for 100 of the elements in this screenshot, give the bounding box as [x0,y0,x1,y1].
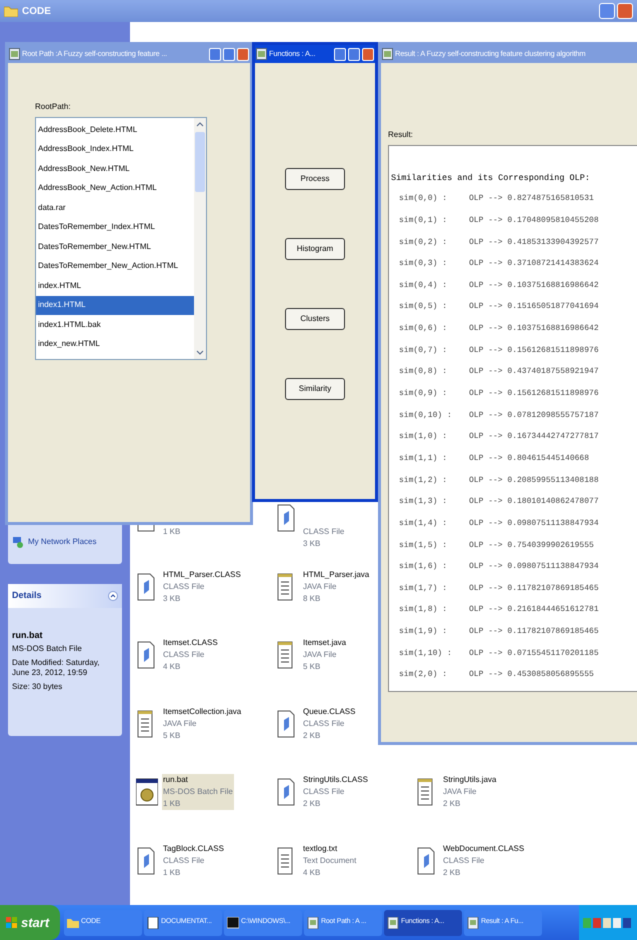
network-icon [12,536,24,548]
list-item[interactable]: AddressBook_Delete.HTML [36,120,194,140]
olp-value: OLP --> 0.10375168816986642 [469,280,599,292]
batch-file-icon [136,778,158,806]
similarity-label: sim(1,1) : [398,452,448,465]
similarity-label: sim(0,7) : [398,344,448,357]
windows-logo-icon [6,916,18,928]
list-item[interactable]: AddressBook_Index.HTML [36,140,194,159]
olp-value: OLP --> 0.09807511138847934 [469,561,599,574]
result-heading: Similarities and its Corresponding OLP: [391,172,591,185]
file-item[interactable]: run.bat MS-DOS Batch File 1 KB [162,774,234,810]
similarity-label: sim(1,6) : [398,561,448,574]
file-type: CLASS File [163,580,206,592]
olp-value: OLP --> 0.20859955113408188 [469,474,599,487]
similarity-label: sim(0,2) : [398,236,448,249]
date-modified: Date Modified: Saturday, June 23, 2012, 19:59 [12,658,100,678]
file-type: JAVA File [303,649,338,661]
maximize-button[interactable] [348,48,360,60]
result-label: Result: [388,129,414,141]
similarity-label: sim(0,3) : [398,258,448,270]
similarity-label: sim(0,0) : [398,193,448,206]
file-item[interactable]: StringUtils.CLASS CLASS File 2 KB [302,774,369,810]
close-button[interactable] [617,3,633,19]
olp-value: OLP --> 0.804615445140668 [469,452,590,465]
function-button[interactable]: Process [285,168,345,190]
start-button[interactable]: start [0,905,60,940]
file-size: 2 KB [443,866,462,878]
list-item[interactable]: index_new.HTML [36,334,194,354]
app-icon [382,48,393,60]
olp-value: OLP --> 0.37108721414383624 [469,258,599,270]
similarity-label: sim(1,5) : [398,540,448,552]
olp-value: OLP --> 0.21618444651612781 [469,604,599,616]
file-type: MS-DOS Batch File [163,786,233,798]
olp-value: OLP --> 0.4530858056895555 [469,669,594,682]
function-button[interactable]: Clusters [285,308,345,330]
file-name: Queue.CLASS [303,706,356,718]
file-size: 3 KB [163,592,182,604]
olp-value: OLP --> 0.11782107869185465 [469,626,599,638]
file-type: JAVA File [303,580,338,592]
file-size: 2 KB [443,798,462,810]
file-name: run.bat [12,630,44,640]
minimize-button[interactable] [209,48,221,60]
file-size: 4 KB [303,866,322,878]
file-name: run.bat [163,774,189,786]
list-item[interactable]: index1.HTML [36,296,194,315]
similarity-label: sim(1,7) : [398,582,448,595]
similarity-label: sim(1,10) : [398,648,453,660]
list-item[interactable]: AddressBook_New_Action.HTML [36,178,194,198]
olp-value: OLP --> 0.09807511138847934 [469,518,599,530]
olp-value: OLP --> 0.41853133904392577 [469,236,599,249]
app-icon [467,916,479,928]
olp-value: OLP --> 0.8274875165810531 [469,193,594,206]
list-item[interactable]: index1.HTML.bak [36,315,194,334]
file-item[interactable]: StringUtils.java JAVA File 2 KB [442,774,498,810]
window-title: CODE [22,4,51,18]
olp-value: OLP --> 0.43740187558921947 [469,366,599,378]
similarity-label: sim(1,9) : [398,626,448,638]
file-type: CLASS File [163,649,206,661]
file-type: CLASS File [303,718,346,730]
file-name: ItemsetCollection.java [163,706,242,718]
app-icon [307,916,319,928]
file-size: 5 KB [163,730,182,742]
close-button[interactable] [362,48,374,60]
list-item[interactable]: AddressBook_New.HTML [36,159,194,178]
file-name: Itemset.java [303,637,346,649]
maximize-button[interactable] [223,48,235,60]
file-name: HTML_Parser.CLASS [163,568,241,580]
olp-value: OLP --> 0.07155451170201185 [469,648,599,660]
file-type: JAVA File [443,786,478,798]
similarity-label: sim(2,0) : [398,669,448,682]
olp-value: OLP --> 0.15165051877041694 [469,301,599,314]
list-item[interactable]: DatesToRemember_Index.HTML [36,218,194,237]
file-name: TagBlock.CLASS [163,842,224,854]
minimize-button[interactable] [334,48,346,60]
file-type: CLASS File [303,786,346,798]
file-type: JAVA File [163,718,198,730]
file-type: CLASS File [303,526,344,538]
file-type: CLASS File [443,854,486,866]
similarity-label: sim(1,0) : [398,431,448,444]
list-item[interactable]: index.HTML [36,276,194,296]
similarity-label: sim(0,8) : [398,366,448,378]
file-name: HTML_Parser.java [303,568,370,580]
list-item[interactable]: data.rar [36,198,194,218]
olp-value: OLP --> 0.7540399902619555 [469,540,594,552]
minimize-button[interactable] [599,3,615,19]
similarity-label: sim(1,4) : [398,518,448,530]
network-places-link[interactable]: My Network Places [28,536,96,548]
olp-value: OLP --> 0.15612681511898976 [469,388,599,400]
list-item[interactable]: DatesToRemember_New_Action.HTML [36,256,194,276]
close-button[interactable] [237,48,249,60]
file-type: CLASS File [163,854,206,866]
console-icon [227,916,239,928]
function-button[interactable]: Histogram [285,238,345,260]
olp-value: OLP --> 0.10375168816986642 [469,323,599,336]
file-name: WebDocument.CLASS [443,842,524,854]
olp-value: OLP --> 0.17048095810455208 [469,214,599,227]
olp-value: OLP --> 0.18010140862478077 [469,496,599,508]
app-icon [387,916,399,928]
function-button[interactable]: Similarity [285,378,345,400]
list-item[interactable]: DatesToRemember_New.HTML [36,237,194,256]
